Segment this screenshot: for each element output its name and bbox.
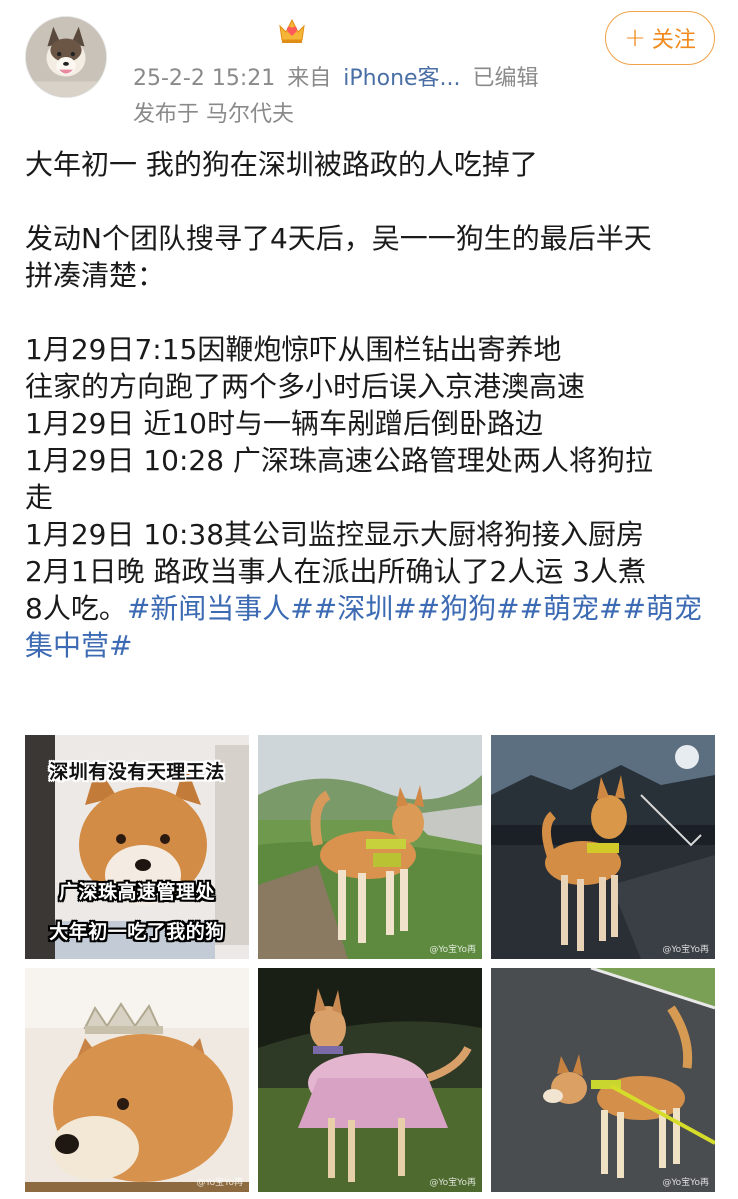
image-grid: 深圳有没有天理王法 广深珠高速管理处 大年初一吃了我的狗 @Yo宝Yo再 @Yo… xyxy=(25,735,715,1195)
post-line-prefix: 8人吃。 xyxy=(25,592,127,625)
image-watermark: @Yo宝Yo再 xyxy=(662,1178,709,1188)
post-device[interactable]: iPhone客... xyxy=(343,66,460,91)
image-watermark: @Yo宝Yo再 xyxy=(429,1178,476,1188)
hashtag-link[interactable]: 集中营# xyxy=(25,627,725,664)
image-watermark: @Yo宝Yo再 xyxy=(429,945,476,955)
post-line: 2月1日晚 路政当事人在派出所确认了2人运 3人煮 xyxy=(25,555,647,588)
post-header: + 关注 25-2-2 15:21 来自 iPhone客... 已编辑 发布于 马尔代… xyxy=(0,0,738,135)
post-line: 走 xyxy=(25,481,54,514)
post-line: 1月29日7:15因鞭炮惊吓从围栏钻出寄养地 xyxy=(25,333,562,366)
post-meta: 25-2-2 15:21 来自 iPhone客... 已编辑 xyxy=(133,60,551,92)
post-body: 大年初一 我的狗在深圳被路政的人吃掉了 发动N个团队搜寻了4天后，吴一一狗生的最… xyxy=(25,146,725,664)
post-image-4[interactable]: @Yo宝Yo再 xyxy=(25,968,249,1192)
post-image-2[interactable]: @Yo宝Yo再 xyxy=(258,735,482,959)
post-image-6[interactable]: @Yo宝Yo再 xyxy=(491,968,715,1192)
image-caption-bottom: 大年初一吃了我的狗 xyxy=(49,921,225,943)
post-line: 1月29日 近10时与一辆车剐蹭后倒卧路边 xyxy=(25,407,543,440)
follow-label: 关注 xyxy=(651,28,696,53)
image-watermark: @Yo宝Yo再 xyxy=(196,1178,243,1188)
follow-button[interactable]: + 关注 xyxy=(605,11,715,65)
post-image-3[interactable]: @Yo宝Yo再 xyxy=(491,735,715,959)
post-line: 1月29日 10:28 广深珠高速公路管理处两人将狗拉 xyxy=(25,444,653,477)
post-line: 1月29日 10:38其公司监控显示大厨将狗接入厨房 xyxy=(25,518,645,551)
post-line-last: 8人吃。#新闻当事人##深圳##狗狗##萌宠##萌宠 xyxy=(25,590,725,627)
crown-badge-icon xyxy=(276,14,308,46)
post-image-1[interactable]: 深圳有没有天理王法 广深珠高速管理处 大年初一吃了我的狗 xyxy=(25,735,249,959)
post-line: 往家的方向跑了两个多小时后误入京港澳高速 xyxy=(25,370,586,403)
post-image-5[interactable]: @Yo宝Yo再 xyxy=(258,968,482,1192)
post-location: 发布于 马尔代夫 xyxy=(133,102,294,127)
image-caption-mid: 广深珠高速管理处 xyxy=(58,881,215,903)
edited-label[interactable]: 已编辑 xyxy=(473,66,539,91)
avatar[interactable] xyxy=(25,16,107,98)
post-line: 发动N个团队搜寻了4天后，吴一一狗生的最后半天 xyxy=(25,222,652,255)
hashtag-link[interactable]: #新闻当事人##深圳##狗狗##萌宠##萌宠 xyxy=(127,592,702,625)
post-line: 拼凑清楚： xyxy=(25,259,166,292)
image-watermark: @Yo宝Yo再 xyxy=(662,945,709,955)
post-date: 25-2-2 15:21 xyxy=(133,66,276,91)
post-from: 来自 xyxy=(287,66,332,91)
plus-icon: + xyxy=(624,23,646,53)
image-caption-top: 深圳有没有天理王法 xyxy=(49,761,225,783)
post-line: 大年初一 我的狗在深圳被路政的人吃掉了 xyxy=(25,148,538,181)
